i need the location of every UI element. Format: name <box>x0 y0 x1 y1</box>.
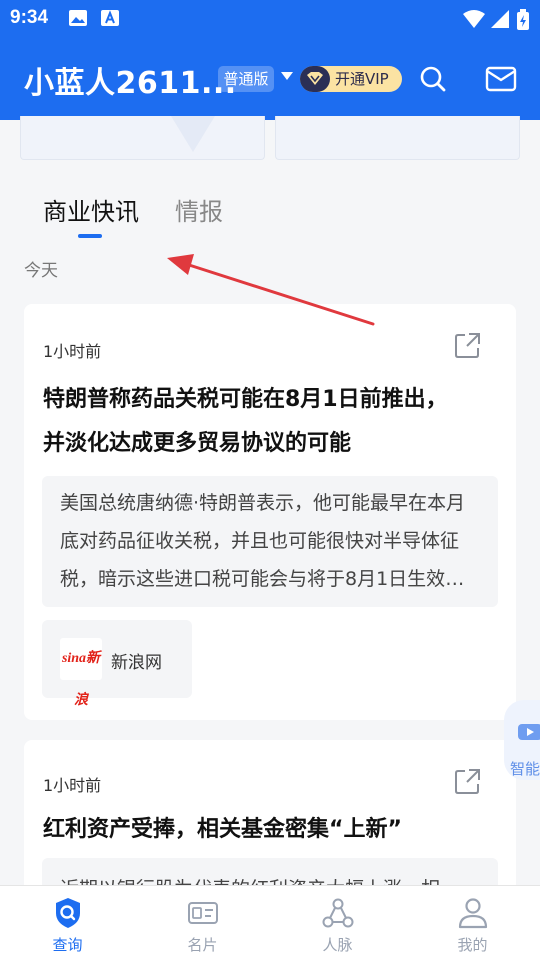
news-title[interactable]: 特朗普称药品关税可能在8月1日前推出， 并淡化达成更多贸易协议的可能 <box>43 378 503 466</box>
news-tabs: 商业快讯 情报 <box>0 180 540 240</box>
feature-card[interactable] <box>275 116 520 160</box>
wifi-icon <box>463 10 485 28</box>
nav-profile[interactable]: 我的 <box>405 886 540 960</box>
user-icon <box>458 898 487 929</box>
feature-card[interactable] <box>20 116 265 160</box>
bottom-navigation: 查询 名片 人脉 我的 <box>0 885 540 960</box>
source-name: 新浪网 <box>111 653 162 673</box>
tab-business-news[interactable]: 商业快讯 <box>43 192 139 227</box>
battery-icon <box>517 9 529 30</box>
date-section-label: 今天 <box>24 261 58 281</box>
edition-badge[interactable]: 普通版 <box>218 66 274 92</box>
signal-icon <box>491 10 509 28</box>
open-vip-button[interactable]: 开通VIP <box>300 66 402 92</box>
share-icon[interactable] <box>452 330 482 360</box>
chevron-down-icon[interactable] <box>280 71 294 81</box>
sina-logo: sina新浪 <box>60 638 102 708</box>
search-shield-icon <box>55 898 80 928</box>
account-title[interactable]: 小蓝人2611... <box>24 58 237 102</box>
vip-diamond-icon <box>300 66 330 92</box>
news-summary-text: 美国总统唐纳德·特朗普表示，他可能最早在本月底对药品征收关税，并且也可能很快对半… <box>60 492 466 590</box>
font-app-icon <box>101 10 119 26</box>
play-icon <box>518 724 540 740</box>
news-card[interactable]: 1小时前 特朗普称药品关税可能在8月1日前推出， 并淡化达成更多贸易协议的可能 … <box>24 304 516 720</box>
app-header: 9:34 小蓝人2611... 普通版 开通VIP <box>0 0 540 120</box>
card-icon <box>187 902 218 924</box>
news-time: 1小时前 <box>43 776 102 795</box>
assistant-float-button[interactable]: 智能 <box>504 700 540 780</box>
search-icon[interactable] <box>414 60 452 98</box>
nav-label: 名片 <box>187 936 218 954</box>
vip-label: 开通VIP <box>335 70 389 88</box>
news-summary[interactable]: 美国总统唐纳德·特朗普表示，他可能最早在本月底对药品征收关税，并且也可能很快对半… <box>42 476 498 607</box>
news-title-line: 特朗普称药品关税可能在8月1日前推出， <box>43 387 448 412</box>
share-icon[interactable] <box>452 766 482 796</box>
news-title-line: 并淡化达成更多贸易协议的可能 <box>43 431 352 456</box>
assistant-label: 智能 <box>510 760 540 778</box>
news-time: 1小时前 <box>43 342 102 361</box>
status-bar: 9:34 <box>0 0 540 38</box>
nav-label: 查询 <box>52 936 83 954</box>
nav-label: 我的 <box>457 936 488 954</box>
nav-query[interactable]: 查询 <box>0 886 135 960</box>
image-icon <box>69 10 87 26</box>
news-title[interactable]: 红利资产受捧，相关基金密集“上新” <box>43 808 503 852</box>
network-icon <box>322 898 353 928</box>
nav-network[interactable]: 人脉 <box>270 886 405 960</box>
nav-label: 人脉 <box>322 936 353 954</box>
status-time: 9:34 <box>10 7 49 28</box>
nav-card[interactable]: 名片 <box>135 886 270 960</box>
tab-intelligence[interactable]: 情报 <box>175 192 223 227</box>
active-tab-indicator <box>78 234 102 238</box>
feature-cards-partial <box>0 116 540 162</box>
news-source[interactable]: sina新浪 新浪网 <box>42 620 192 708</box>
mail-icon[interactable] <box>482 60 520 98</box>
